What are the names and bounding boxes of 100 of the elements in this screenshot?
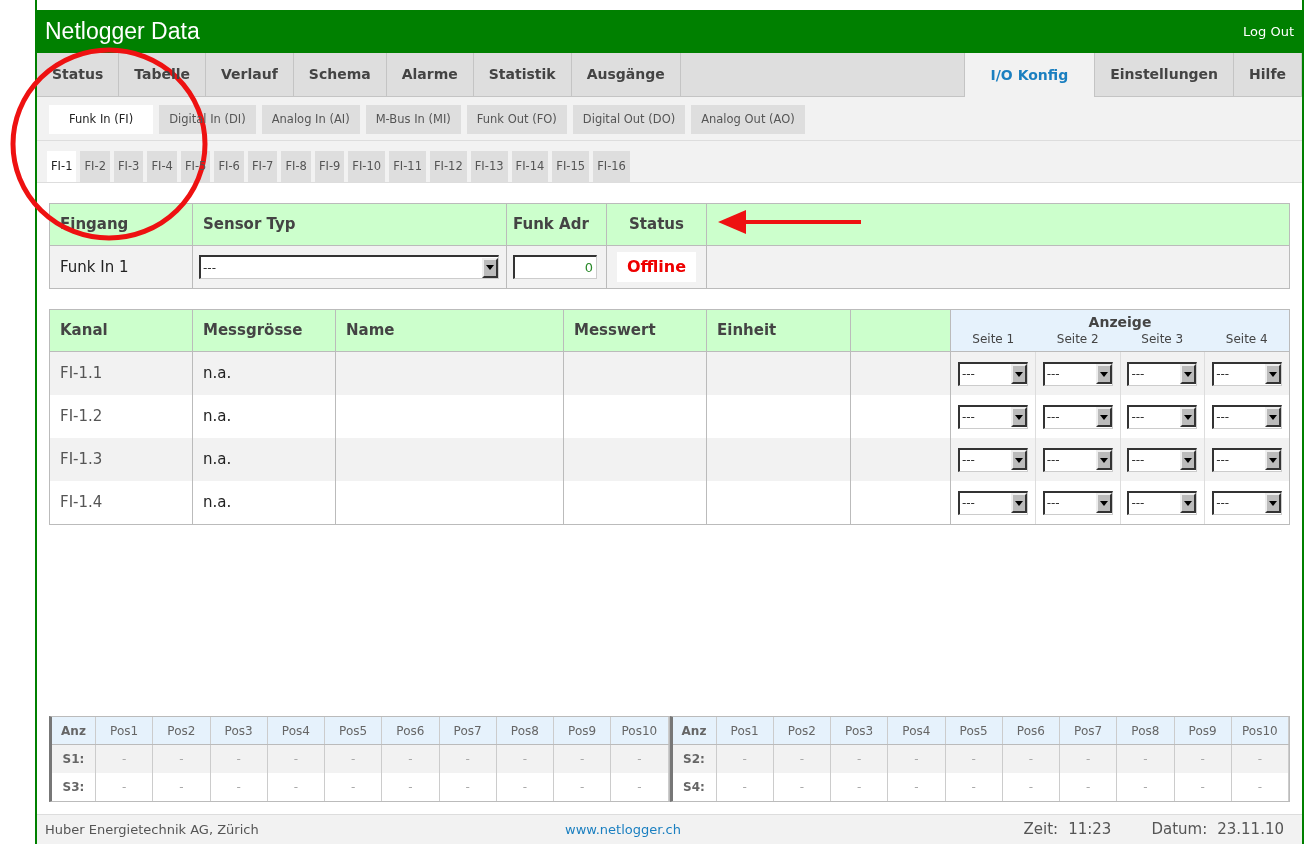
dropdown[interactable]: --- — [957, 490, 1028, 515]
table-cell: Funk In 1 — [50, 246, 193, 288]
main-tab[interactable]: Statistik — [473, 53, 572, 97]
dropdown[interactable]: --- — [1042, 447, 1113, 472]
column-header: Pos7 — [439, 717, 497, 744]
table-cell: - — [1002, 773, 1060, 801]
dropdown[interactable]: --- — [1042, 490, 1113, 515]
website-link[interactable]: www.netlogger.ch — [565, 819, 681, 840]
column-header: Pos3 — [831, 717, 889, 744]
dropdown[interactable]: --- — [1127, 447, 1198, 472]
table-cell: - — [554, 773, 612, 801]
channel-tab[interactable]: FI-16 — [593, 151, 630, 182]
time-value: 11:23 — [1068, 819, 1112, 841]
table-cell: - — [888, 773, 946, 801]
logout-link[interactable]: Log Out — [1243, 21, 1294, 42]
column-header: Einheit — [707, 310, 851, 351]
caret-icon — [1180, 407, 1197, 427]
main-tab[interactable]: Status — [37, 53, 120, 97]
dropdown[interactable]: --- — [1042, 404, 1113, 429]
caret-icon — [1095, 493, 1112, 513]
table-cell: - — [1231, 773, 1289, 801]
column-header: Pos6 — [1002, 717, 1060, 744]
table-cell: - — [96, 773, 154, 801]
table-cell: - — [1117, 773, 1175, 801]
io-tab[interactable]: Analog In (AI) — [261, 105, 360, 134]
dropdown[interactable]: --- — [1127, 490, 1198, 515]
dropdown[interactable]: --- — [1212, 490, 1283, 515]
main-tab[interactable]: Hilfe — [1234, 53, 1302, 97]
channel-tab[interactable]: FI-12 — [429, 151, 467, 182]
dropdown[interactable]: --- — [957, 361, 1028, 386]
table-cell: - — [773, 773, 831, 801]
caret-icon — [1095, 450, 1112, 470]
dropdown[interactable]: --- — [1212, 447, 1283, 472]
caret-icon — [1265, 364, 1282, 384]
channel-tab[interactable]: FI-11 — [389, 151, 426, 182]
table-cell: - — [945, 773, 1003, 801]
channel-tab[interactable]: FI-9 — [314, 151, 345, 182]
main-tab[interactable]: Schema — [293, 53, 387, 97]
channel-tab[interactable]: FI-14 — [511, 151, 549, 182]
table-cell: - — [831, 773, 889, 801]
dropdown[interactable]: --- — [1127, 361, 1198, 386]
channel-tab[interactable]: FI-6 — [214, 151, 244, 182]
channel-tab[interactable]: FI-13 — [470, 151, 508, 182]
caret-icon — [1180, 364, 1197, 384]
column-header: Pos4 — [267, 717, 325, 744]
channel-tab[interactable]: FI-1 — [47, 151, 77, 182]
channel-tab[interactable]: FI-10 — [348, 151, 386, 182]
dropdown[interactable]: --- — [957, 404, 1028, 429]
dropdown[interactable]: --- — [957, 447, 1028, 472]
column-header: Seite 4 — [1224, 330, 1269, 348]
main-tab[interactable]: Ausgänge — [571, 53, 681, 97]
column-header: Pos1 — [716, 717, 774, 744]
time-label: Zeit: — [1023, 819, 1059, 841]
caret-icon — [1010, 364, 1027, 384]
table-cell: - — [439, 773, 497, 801]
io-tab[interactable]: Funk Out (FO) — [466, 105, 567, 134]
table-cell: n.a. — [193, 481, 336, 524]
column-header: Seite 1 — [971, 330, 1016, 348]
caret-icon — [1095, 364, 1112, 384]
column-header: Pos10 — [1231, 717, 1289, 744]
dropdown[interactable]: --- — [1042, 361, 1113, 386]
table-cell: - — [153, 773, 211, 801]
table-cell: - — [210, 773, 268, 801]
app-title: Netlogger Data — [45, 17, 200, 47]
table-cell: - — [1060, 773, 1118, 801]
io-tab[interactable]: Analog Out (AO) — [691, 105, 805, 134]
column-header: Pos3 — [210, 717, 268, 744]
caret-icon — [1265, 450, 1282, 470]
main-tab[interactable]: Alarme — [386, 53, 474, 97]
row-header: S3: — [52, 773, 96, 801]
column-header: Messgrösse — [193, 310, 336, 351]
address-field[interactable]: 0 — [513, 255, 597, 279]
dropdown[interactable]: --- — [199, 255, 499, 279]
column-header: Pos10 — [611, 717, 669, 744]
channel-tab[interactable]: FI-15 — [552, 151, 590, 182]
io-tab[interactable]: M-Bus In (MI) — [365, 105, 461, 134]
dropdown[interactable]: --- — [1127, 404, 1198, 429]
column-header: Pos9 — [1174, 717, 1232, 744]
column-header: Seite 2 — [1055, 330, 1100, 348]
column-header: Name — [336, 310, 564, 351]
io-tab[interactable]: Funk In (FI) — [49, 105, 154, 134]
column-header: Pos2 — [153, 717, 211, 744]
column-header: Pos8 — [496, 717, 554, 744]
main-tab[interactable]: Einstellungen — [1095, 53, 1235, 97]
column-header: Pos5 — [945, 717, 1003, 744]
company-name: Huber Energietechnik AG, Zürich — [45, 820, 260, 839]
dropdown[interactable]: --- — [1212, 361, 1283, 386]
main-tab[interactable]: Verlauf — [206, 53, 294, 97]
table-cell: - — [325, 773, 383, 801]
column-header: Pos7 — [1060, 717, 1118, 744]
channel-tab[interactable]: FI-2 — [80, 151, 110, 182]
channel-tab[interactable]: FI-4 — [147, 151, 177, 182]
column-header: Pos5 — [325, 717, 383, 744]
column-header: Messwert — [564, 310, 707, 351]
dropdown[interactable]: --- — [1212, 404, 1283, 429]
channel-tab[interactable]: FI-8 — [281, 151, 311, 182]
channel-tab[interactable]: FI-7 — [247, 151, 278, 182]
column-header: Pos2 — [773, 717, 831, 744]
io-tab[interactable]: Digital Out (DO) — [572, 105, 686, 134]
channel-tab[interactable]: FI-3 — [113, 151, 144, 182]
